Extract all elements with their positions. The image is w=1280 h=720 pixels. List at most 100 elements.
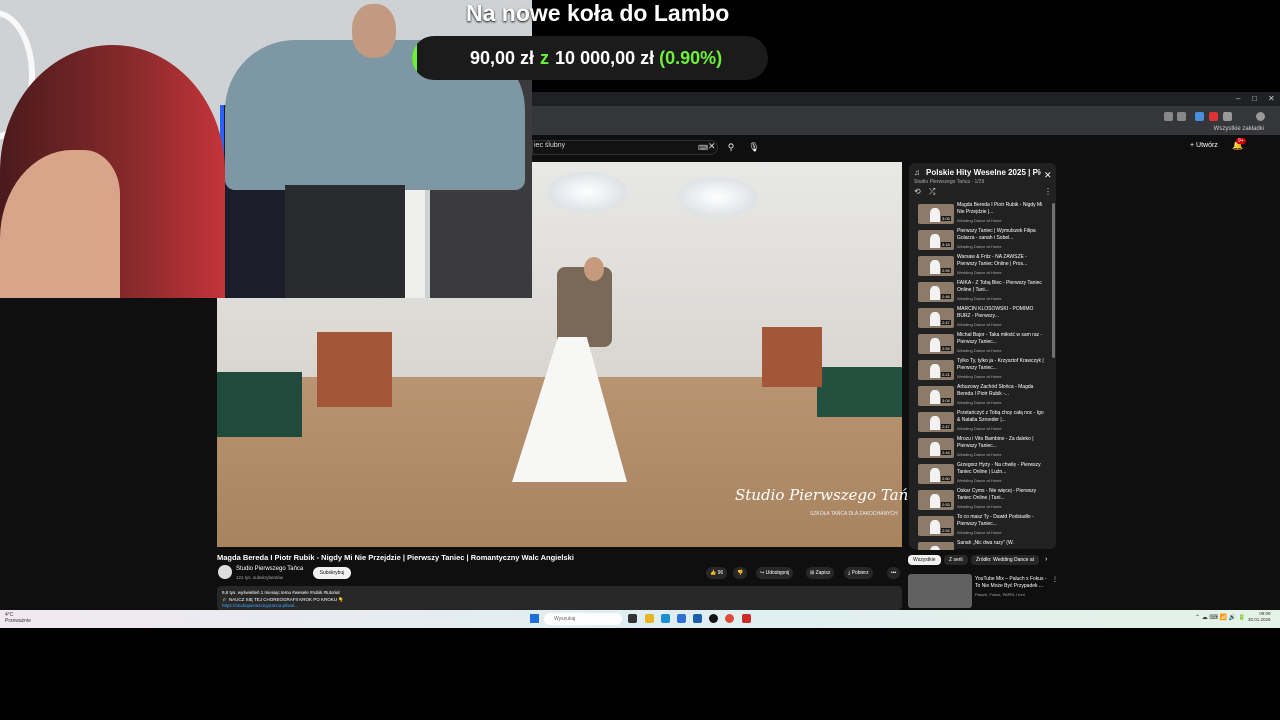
file-explorer-icon[interactable] — [645, 614, 654, 623]
playlist-item[interactable]: 2:55 Warsaw & Fritz - NA ZAWSZE - Pierwsz… — [910, 254, 1052, 280]
taskbar-clock[interactable]: 09:09 30.01.2026 — [1248, 611, 1271, 623]
edge-icon[interactable] — [661, 614, 670, 623]
description-link[interactable]: https://studiopierwszegotanca.pl/wal... — [222, 603, 298, 608]
playlist-item-thumbnail[interactable] — [918, 334, 954, 354]
playlist-item-thumbnail[interactable] — [918, 386, 954, 406]
share-button[interactable]: ↪ Udostępnij — [756, 567, 794, 579]
playlist-item-thumbnail[interactable] — [918, 230, 954, 250]
playlist-item-channel: Wedding Dance at Home — [957, 400, 1002, 405]
playlist-item[interactable]: 3:04 Arbuzowy Zachód Słońca - Magda Bered… — [910, 384, 1052, 410]
subscribe-button[interactable]: Subskrybuj — [313, 567, 351, 579]
save-button[interactable]: ⊞ Zapisz — [806, 567, 835, 579]
app-icon[interactable] — [693, 614, 702, 623]
dislike-button[interactable]: 👎 — [733, 567, 748, 579]
playlist-item-title: Warsaw & Fritz - NA ZAWSZE - Pierwszy Ta… — [957, 254, 1028, 267]
playlist-item-duration: 3:05 — [941, 216, 951, 221]
playlist-item-duration: 2:46 — [941, 294, 951, 299]
more-actions-button[interactable]: ••• — [887, 567, 901, 579]
playlist-title[interactable]: Polskie Hity Weselne 2025 | Pier... — [926, 168, 1041, 177]
recommended-thumbnail[interactable] — [908, 574, 972, 608]
channel-name[interactable]: Studio Pierwszego Tańca — [236, 566, 303, 572]
maximize-button[interactable]: □ — [1252, 94, 1257, 103]
playlist-item[interactable]: 2:47 Przetańczyć z Tobą chcę całą noc - I… — [910, 410, 1052, 436]
puzzle-icon[interactable] — [1223, 112, 1232, 121]
star-icon[interactable] — [1177, 112, 1186, 121]
store-icon[interactable] — [677, 614, 686, 623]
playlist-item[interactable]: 2:47 MARCIN KLOSOWSKI - POMIMO BURZ - Pie… — [910, 306, 1052, 332]
playlist-item-thumbnail[interactable] — [918, 308, 954, 328]
mic-icon[interactable]: 🎙 — [746, 140, 762, 155]
create-button[interactable]: + Utwórz — [1190, 142, 1218, 149]
playlist-item-thumbnail[interactable] — [918, 282, 954, 302]
video-title: Magda Bereda I Piotr Rubik - Nigdy Mi Ni… — [217, 553, 574, 562]
playlist-item-channel: Wedding Dance at Home — [957, 504, 1002, 509]
playlist-scrollbar[interactable] — [1052, 203, 1055, 358]
all-bookmarks-label[interactable]: Wszystkie zakładki — [1214, 126, 1264, 132]
playlist-item[interactable]: Sanah „Nic dwa razy" (W. — [910, 540, 1052, 550]
keyboard-icon[interactable]: ⌨ — [698, 144, 708, 152]
recommended-title[interactable]: YouTube Mix – Paluch x Fokus - To Nie Mo… — [975, 576, 1053, 590]
playlist-item-thumbnail[interactable] — [918, 438, 954, 458]
playlist-item-duration: 2:21 — [941, 372, 951, 377]
task-view-icon[interactable] — [628, 614, 637, 623]
playlist-item[interactable]: 2:54 To co masz Ty - Dawid Podsiadło - Pi… — [910, 514, 1052, 540]
chevron-right-icon[interactable]: › — [1045, 556, 1047, 563]
playlist-item-thumbnail[interactable] — [918, 516, 954, 536]
tiktok-icon[interactable] — [709, 614, 718, 623]
like-button[interactable]: 👍 96 — [706, 567, 728, 579]
windows-taskbar — [0, 610, 1280, 628]
playlist-item[interactable]: 2:44 Mrozu i Vito Bambino - Za daleko | P… — [910, 436, 1052, 462]
weather-desc: Przeważnie — [5, 618, 31, 624]
playlist-item-thumbnail[interactable] — [918, 542, 954, 550]
extension-icon[interactable] — [1164, 112, 1173, 121]
extension-icon[interactable] — [1209, 112, 1218, 121]
playlist-item-channel: Wedding Dance at Home — [957, 244, 1002, 249]
playlist-item-title: Arbuzowy Zachód Słońca - Magda Bereda I … — [957, 384, 1034, 397]
playlist-item-thumbnail[interactable] — [918, 204, 954, 224]
video-watermark-sub: SZKOŁA TAŃCA DLA ZAKOCHANYCH — [810, 511, 898, 517]
system-tray-icons[interactable]: ⌃ ☁ ⌨ 📶 🔊 🔋 — [1195, 614, 1245, 621]
playlist-item[interactable]: 2:21 Tylko Ty, tylko ja - Krzysztof Krawc… — [910, 358, 1052, 384]
chrome-icon[interactable] — [725, 614, 734, 623]
playlist-item-title: Pierwszy Taniec | Wymulszek Filipa Golar… — [957, 228, 1036, 241]
more-icon[interactable]: ⋮ — [1044, 187, 1052, 196]
close-icon[interactable]: ✕ — [1044, 170, 1052, 181]
playlist-item[interactable]: 3:18 Pierwszy Taniec | Wymulszek Filipa G… — [910, 228, 1052, 254]
weather-widget[interactable]: 4°C Przeważnie — [5, 612, 31, 624]
donation-goal-amounts: 90,00 zł z 10 000,00 zł (0.90%) — [470, 48, 722, 69]
more-icon[interactable]: ⋮ — [1052, 576, 1058, 583]
chip-series[interactable]: Z serii — [944, 555, 968, 565]
playlist-item[interactable]: 2:50 Grzegorz Hyży - Na chwilę - Pierwszy… — [910, 462, 1052, 488]
clear-search-icon[interactable]: ✕ — [708, 141, 716, 152]
playlist-item-duration: 2:54 — [941, 528, 951, 533]
minimize-button[interactable]: – — [1236, 94, 1240, 103]
profile-icon[interactable] — [1256, 112, 1265, 121]
windows-start-icon[interactable] — [530, 614, 539, 623]
download-button[interactable]: ⤓ Pobierz — [844, 567, 873, 579]
recommended-channel[interactable]: Paluch, Fokus, PAPEL I inni — [975, 592, 1025, 597]
playlist-item[interactable]: 3:05 Magda Bereda I Piotr Rubik - Nigdy M… — [910, 202, 1052, 228]
playlist-item-thumbnail[interactable] — [918, 464, 954, 484]
playlist-item[interactable]: 2:59 Michał Bajor - Taka miłość w sam raz… — [910, 332, 1052, 358]
search-value[interactable]: iec ślubny — [534, 142, 565, 149]
playlist-item-thumbnail[interactable] — [918, 256, 954, 276]
playlist-item-thumbnail[interactable] — [918, 490, 954, 510]
close-window-button[interactable]: ✕ — [1268, 94, 1275, 103]
playlist-item-channel: Wedding Dance at Home — [957, 452, 1002, 457]
playlist-item-title: Tylko Ty, tylko ja - Krzysztof Krawczyk … — [957, 358, 1044, 371]
playlist-item-duration: 3:04 — [941, 398, 951, 403]
avatar[interactable] — [218, 565, 232, 579]
loop-icon[interactable]: ⟲ — [914, 187, 921, 196]
search-button[interactable]: ⚲ — [722, 140, 740, 155]
extension-icon[interactable] — [1195, 112, 1204, 121]
chip-all[interactable]: Wszystkie — [908, 555, 941, 565]
playlist-item[interactable]: 2:46 FAIKA - Z Tobą Biec - Pierwszy Tanie… — [910, 280, 1052, 306]
playlist-item[interactable]: 2:53 Oskar Cyms - Nie więcej - Pierwszy T… — [910, 488, 1052, 514]
playlist-item-thumbnail[interactable] — [918, 412, 954, 432]
taskbar-search[interactable]: Wyszukaj — [544, 613, 622, 625]
playlist-item-title: Oskar Cyms - Nie więcej - Pierwszy Tanie… — [957, 488, 1037, 501]
app-icon[interactable] — [742, 614, 751, 623]
shuffle-icon[interactable]: ⤮ — [929, 187, 935, 197]
chip-source[interactable]: Źródło: Wedding Dance at — [971, 555, 1039, 565]
playlist-item-thumbnail[interactable] — [918, 360, 954, 380]
